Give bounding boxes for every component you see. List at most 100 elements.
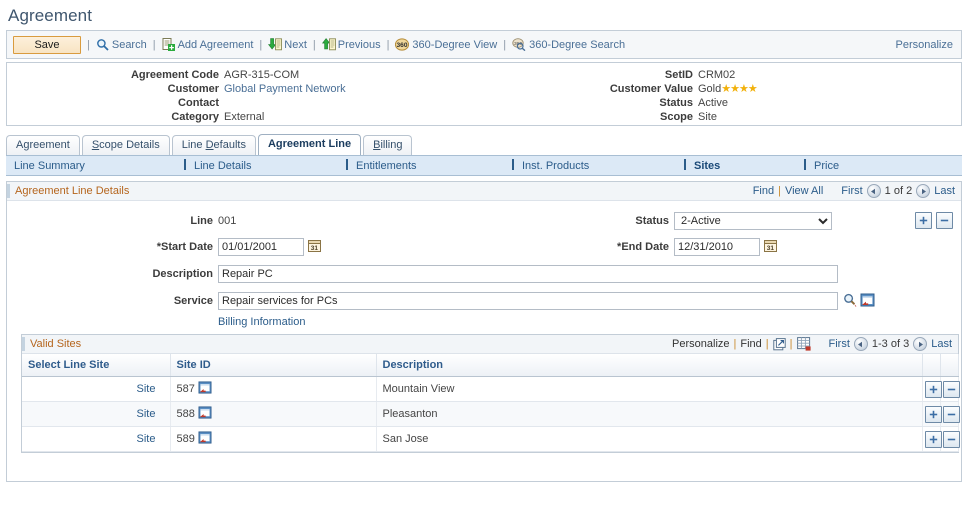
save-button[interactable]: Save bbox=[13, 35, 81, 54]
end-date-label-text: End Date bbox=[621, 241, 669, 253]
billing-information-link[interactable]: Billing Information bbox=[218, 316, 305, 328]
cell-add-row bbox=[922, 426, 942, 452]
svg-text:31: 31 bbox=[311, 245, 319, 252]
toolbar-separator-3: | bbox=[259, 38, 263, 51]
next-button[interactable]: Next bbox=[268, 38, 307, 51]
subtab-entitlements[interactable]: Entitlements bbox=[346, 159, 417, 172]
add-site-row-button[interactable] bbox=[924, 405, 942, 423]
site-select-link[interactable]: Site bbox=[137, 433, 156, 445]
tab-agreement[interactable]: Agreement bbox=[6, 135, 80, 155]
table-row: Site 589 San Jose bbox=[22, 426, 960, 452]
start-date-label: *Start Date bbox=[7, 241, 218, 253]
line-details-find-link[interactable]: Find bbox=[753, 185, 774, 197]
billing-information-row: Billing Information bbox=[218, 316, 305, 328]
valid-sites-first-link[interactable]: First bbox=[829, 338, 850, 350]
status-value: Active bbox=[698, 97, 728, 109]
site-select-link[interactable]: Site bbox=[137, 408, 156, 420]
customer-value-link[interactable]: Global Payment Network bbox=[224, 82, 346, 96]
next-row-icon[interactable] bbox=[916, 184, 931, 198]
previous-page-icon[interactable] bbox=[853, 337, 868, 351]
column-header-site-id[interactable]: Site ID bbox=[170, 354, 377, 377]
site-transfer-icon[interactable] bbox=[198, 406, 212, 422]
service-label: Service bbox=[173, 295, 213, 307]
remove-site-row-button[interactable] bbox=[942, 380, 960, 398]
new-window-icon[interactable] bbox=[772, 337, 786, 351]
add-agreement-label: Add Agreement bbox=[177, 38, 254, 51]
remove-line-row-button[interactable] bbox=[936, 212, 953, 229]
subtab-sites[interactable]: Sites bbox=[684, 159, 720, 172]
toolbar-separator-6: | bbox=[503, 38, 507, 51]
column-header-select-line-site[interactable]: Select Line Site bbox=[22, 354, 171, 377]
line-details-view-all-link[interactable]: View All bbox=[785, 185, 823, 197]
tab-billing[interactable]: Billing bbox=[363, 135, 413, 155]
line-status-label: Status bbox=[635, 215, 669, 227]
line-value: 001 bbox=[218, 215, 237, 227]
nav-pipe: | bbox=[733, 338, 737, 350]
subtab-line-details[interactable]: Line Details bbox=[184, 159, 251, 172]
summary-row-setid: SetID CRM02 bbox=[491, 68, 757, 82]
valid-sites-personalize-link[interactable]: Personalize bbox=[672, 338, 729, 350]
valid-sites-body: Site 587 Mountain View Site 588 Pleasanton Sit… bbox=[22, 376, 960, 452]
next-page-icon[interactable] bbox=[913, 337, 928, 351]
end-date-input[interactable] bbox=[674, 238, 760, 256]
view-360-button[interactable]: 360 360-Degree View bbox=[395, 38, 497, 51]
subtab-line-summary[interactable]: Line Summary bbox=[14, 160, 85, 172]
valid-sites-title: Valid Sites bbox=[22, 337, 81, 351]
site-select-link[interactable]: Site bbox=[137, 383, 156, 395]
add-site-row-button[interactable] bbox=[924, 430, 942, 448]
line-details-navigation: Find | View All First 1 of 2 Last bbox=[753, 184, 955, 198]
360-badge-icon: 360 bbox=[395, 38, 410, 51]
tab-scope-details[interactable]: Scope Details bbox=[81, 135, 170, 155]
subtab-entitlements-label: Entitlements bbox=[356, 160, 417, 172]
calendar-icon[interactable]: 31 bbox=[764, 239, 777, 255]
subtab-inst-products[interactable]: Inst. Products bbox=[512, 159, 589, 172]
sub-tabs: Line Summary Line Details Entitlements I… bbox=[6, 155, 962, 176]
line-row-controls bbox=[915, 212, 953, 229]
field-service: Service bbox=[7, 292, 875, 310]
line-details-pager: First 1 of 2 Last bbox=[841, 184, 955, 198]
service-transfer-icon[interactable] bbox=[860, 293, 875, 310]
primary-tabs: Agreement Scope Details Line Defaults Ag… bbox=[6, 134, 968, 155]
toolbar-separator-4: | bbox=[312, 38, 316, 51]
subtab-divider-icon bbox=[184, 159, 186, 170]
search-360-button[interactable]: 360 360-Degree Search bbox=[512, 38, 625, 52]
cell-site-id: 589 bbox=[170, 426, 377, 452]
line-details-first-link[interactable]: First bbox=[841, 185, 862, 197]
start-date-input[interactable] bbox=[218, 238, 304, 256]
valid-sites-last-link[interactable]: Last bbox=[931, 338, 952, 350]
add-line-row-button[interactable] bbox=[915, 212, 932, 229]
column-header-description[interactable]: Description bbox=[376, 354, 923, 377]
agreement-code-label: Agreement Code bbox=[130, 69, 219, 81]
previous-row-icon[interactable] bbox=[866, 184, 881, 198]
category-label: Category bbox=[171, 111, 219, 123]
status-label: Status bbox=[659, 97, 693, 109]
download-to-spreadsheet-icon[interactable] bbox=[796, 337, 811, 351]
personalize-link[interactable]: Personalize bbox=[896, 39, 953, 51]
description-input[interactable] bbox=[218, 265, 838, 283]
subtab-price[interactable]: Price bbox=[804, 159, 839, 172]
summary-row-customer: Customer Global Payment Network bbox=[7, 82, 491, 96]
add-site-row-button[interactable] bbox=[924, 380, 942, 398]
service-input[interactable] bbox=[218, 292, 838, 310]
calendar-icon[interactable]: 31 bbox=[308, 239, 321, 255]
status-select[interactable]: 2-Active bbox=[674, 212, 832, 230]
summary-row-status: Status Active bbox=[491, 96, 757, 110]
tab-line-defaults[interactable]: Line Defaults bbox=[171, 135, 256, 155]
tab-billing-label: Billing bbox=[373, 139, 403, 151]
remove-site-row-button[interactable] bbox=[942, 405, 960, 423]
valid-sites-find-link[interactable]: Find bbox=[740, 338, 761, 350]
service-lookup-icon[interactable] bbox=[843, 293, 857, 310]
line-details-last-link[interactable]: Last bbox=[934, 185, 955, 197]
add-document-icon bbox=[162, 38, 175, 51]
cell-select-line-site: Site bbox=[22, 426, 171, 452]
add-agreement-button[interactable]: Add Agreement bbox=[162, 38, 254, 51]
remove-site-row-button[interactable] bbox=[942, 430, 960, 448]
page-title: Agreement bbox=[8, 6, 93, 25]
site-transfer-icon[interactable] bbox=[198, 431, 212, 447]
valid-sites-header: Valid Sites Personalize | Find | | First bbox=[22, 335, 958, 354]
search-button[interactable]: Search bbox=[96, 38, 147, 51]
summary-row-contact: Contact bbox=[7, 96, 491, 110]
previous-button[interactable]: Previous bbox=[321, 38, 381, 51]
tab-agreement-line[interactable]: Agreement Line bbox=[257, 134, 362, 155]
site-transfer-icon[interactable] bbox=[198, 381, 212, 397]
